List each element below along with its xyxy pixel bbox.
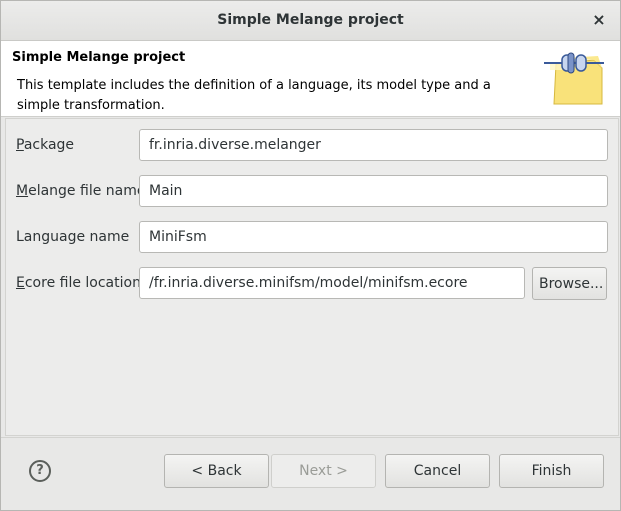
language-name-label: Language name bbox=[16, 229, 130, 245]
language-name-field[interactable]: MiniFsm bbox=[139, 221, 608, 253]
ecore-file-field[interactable]: /fr.inria.diverse.minifsm/model/minifsm.… bbox=[139, 267, 525, 299]
melange-file-field[interactable]: Main bbox=[139, 175, 608, 207]
wizard-banner: Simple Melange project This template inc… bbox=[1, 41, 620, 117]
banner-description: This template includes the definition of… bbox=[17, 78, 491, 113]
form-panel: Package fr.inria.diverse.melanger Melang… bbox=[5, 118, 619, 436]
package-label: Package bbox=[16, 137, 75, 153]
finish-button[interactable]: Finish bbox=[499, 454, 604, 488]
ecore-file-label: Ecore file location bbox=[16, 275, 141, 291]
dialog-window: Simple Melange project × Simple Melange … bbox=[0, 0, 621, 511]
melange-file-label: Melange file name bbox=[16, 183, 146, 199]
back-button[interactable]: < Back bbox=[164, 454, 269, 488]
close-button[interactable]: × bbox=[590, 9, 608, 31]
window-title: Simple Melange project bbox=[217, 12, 404, 28]
next-button[interactable]: Next > bbox=[271, 454, 376, 488]
package-field[interactable]: fr.inria.diverse.melanger bbox=[139, 129, 608, 161]
help-icon[interactable]: ? bbox=[29, 460, 51, 482]
title-bar: Simple Melange project × bbox=[1, 1, 620, 41]
browse-button[interactable]: Browse... bbox=[532, 267, 607, 300]
footer-separator bbox=[1, 437, 620, 438]
banner-title: Simple Melange project bbox=[12, 50, 186, 65]
plugin-wizard-icon bbox=[544, 52, 604, 105]
cancel-button[interactable]: Cancel bbox=[385, 454, 490, 488]
